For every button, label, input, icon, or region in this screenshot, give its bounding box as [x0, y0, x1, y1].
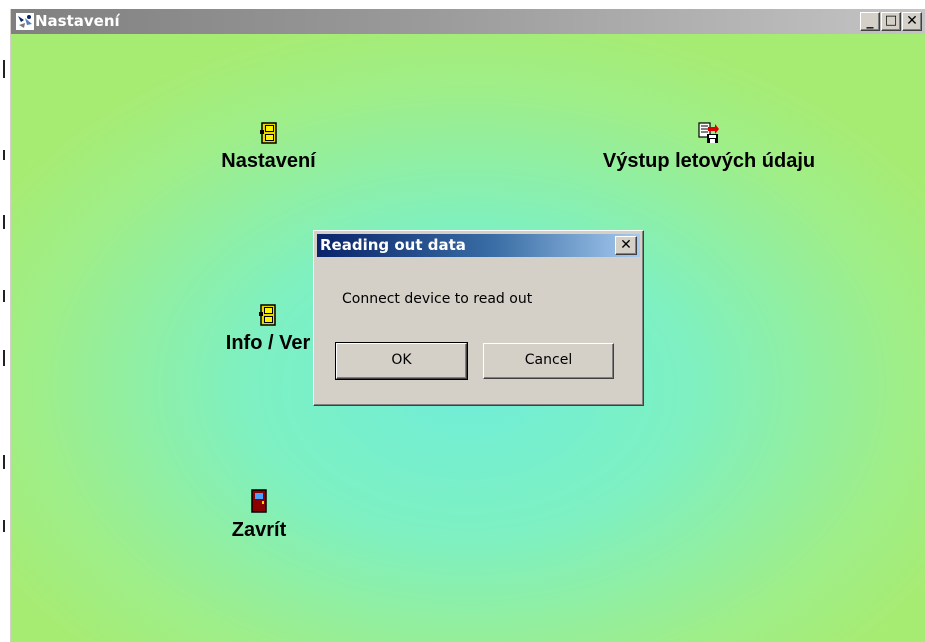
reading-out-data-dialog: Reading out data ✕ Connect device to rea…	[313, 230, 644, 406]
menu-item-nastaveni[interactable]: Nastavení	[191, 122, 346, 173]
exit-door-icon	[251, 489, 267, 513]
edge-mark	[3, 350, 5, 366]
edge-mark	[3, 290, 5, 302]
desktop-edge	[0, 0, 9, 642]
dialog-title: Reading out data	[320, 236, 466, 254]
export-document-icon	[698, 122, 719, 143]
close-button[interactable]: ✕	[902, 12, 922, 31]
menu-label: Nastavení	[221, 150, 316, 172]
cabinet-icon	[259, 304, 276, 326]
ok-button[interactable]: OK	[335, 342, 468, 380]
menu-item-vystup-letovych-udaju[interactable]: Výstup letových údaju	[559, 122, 859, 173]
minimize-button[interactable]: _	[860, 12, 880, 31]
dialog-close-button[interactable]: ✕	[615, 236, 637, 255]
menu-label: Výstup letových údaju	[602, 150, 816, 172]
cabinet-icon	[259, 122, 277, 144]
edge-mark	[3, 60, 5, 78]
menu-item-zavrit[interactable]: Zavrít	[209, 489, 309, 542]
app-logo-icon	[16, 13, 34, 30]
maximize-button[interactable]: □	[881, 12, 901, 31]
edge-mark	[3, 455, 5, 469]
dialog-message: Connect device to read out	[342, 291, 533, 307]
cancel-button[interactable]: Cancel	[483, 343, 614, 379]
edge-mark	[3, 150, 5, 160]
edge-mark	[3, 215, 5, 229]
dialog-titlebar[interactable]: Reading out data ✕	[317, 234, 640, 257]
edge-mark	[3, 520, 5, 532]
window-titlebar[interactable]: Nastavení _ □ ✕	[11, 9, 925, 34]
window-title: Nastavení	[35, 12, 120, 30]
menu-label: Zavrít	[231, 519, 287, 541]
